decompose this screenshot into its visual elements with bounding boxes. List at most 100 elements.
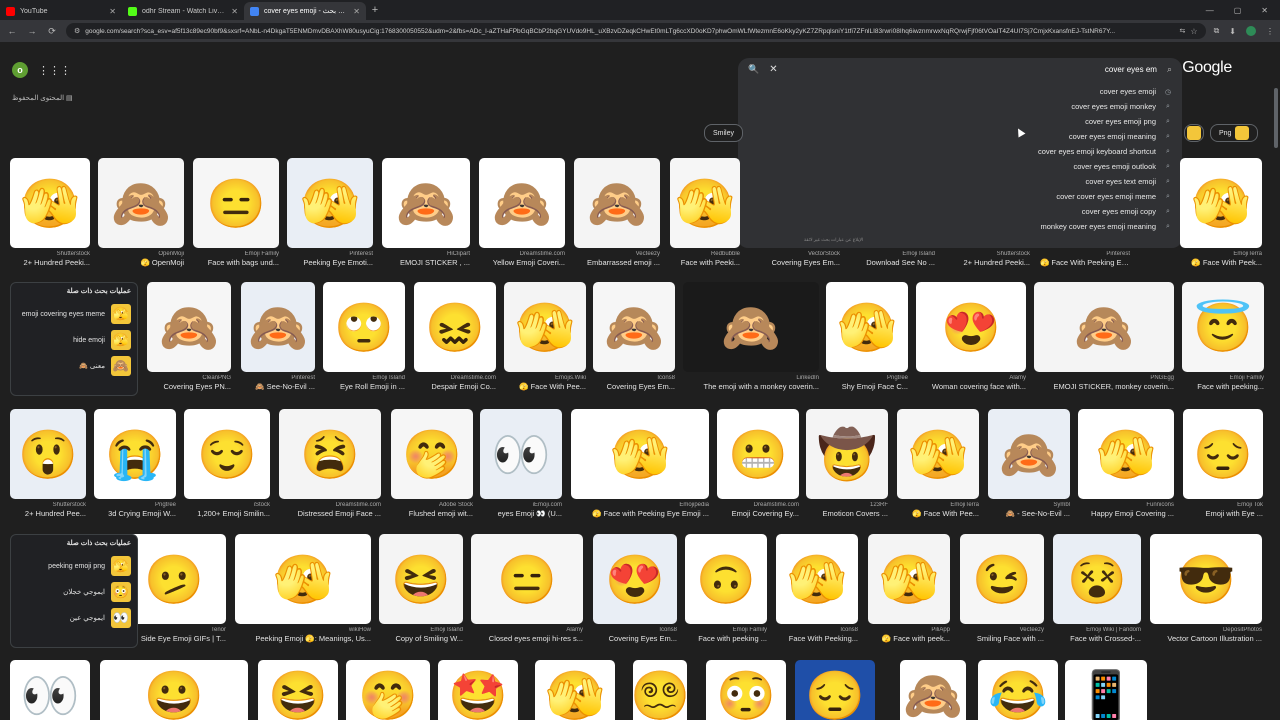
image-result-card[interactable]: 🫣 Shutterstock 2+ Hundred Peeki... xyxy=(10,158,90,267)
image-caption[interactable]: Face With Peeking... xyxy=(776,634,858,643)
image-source[interactable]: Adobe Stock xyxy=(391,502,473,508)
image-result-card[interactable]: 🫣 Emojis.Wiki 🫣 Face With Pee... xyxy=(504,282,586,391)
image-result-card[interactable]: 🙈 Dreamstime.com Yellow Emoji Coveri... xyxy=(479,158,565,267)
image-thumbnail[interactable]: 🫣 xyxy=(776,534,858,624)
image-thumbnail[interactable]: 😌 xyxy=(184,409,270,499)
close-icon[interactable]: ✕ xyxy=(353,7,360,16)
scrollbar[interactable] xyxy=(1274,88,1278,148)
image-thumbnail[interactable]: 😵‍💫 xyxy=(633,660,687,720)
image-source[interactable]: DepositPhotos xyxy=(1150,627,1262,633)
image-result-card[interactable]: 🫣 EmojiTerra 🫣 Face With Pee... xyxy=(897,409,979,518)
image-result-card[interactable]: 🫣 Pngtree Shy Emoji Face C... xyxy=(826,282,908,391)
image-caption[interactable]: 🫣 Face With Pee... xyxy=(897,509,979,518)
image-thumbnail[interactable]: 🙈 xyxy=(900,660,966,720)
image-thumbnail[interactable]: 🫣 xyxy=(504,282,586,372)
image-source[interactable]: CleanPNG xyxy=(147,375,231,381)
image-source[interactable]: EmojiTerra xyxy=(1180,251,1262,257)
image-thumbnail[interactable]: 🫣 xyxy=(535,660,615,720)
image-result-card[interactable]: Emoji Island Download See No ... xyxy=(845,158,935,267)
image-result-card[interactable]: 😉 Vecteezy Smiling Face with ... xyxy=(960,534,1044,643)
image-result-card[interactable]: 🤭 Adobe Stock Flushed emoji wit... xyxy=(391,409,473,518)
image-source[interactable]: Dreamstime.com xyxy=(717,502,799,508)
image-source[interactable]: OpenMoji xyxy=(98,251,184,257)
apps-grid-icon[interactable]: ⋮⋮⋮ xyxy=(38,64,71,77)
related-search-item[interactable]: hide emoji 🫣 xyxy=(17,327,131,353)
image-thumbnail[interactable]: 🙈 xyxy=(241,282,315,372)
image-thumbnail[interactable]: 🫣 xyxy=(1078,409,1174,499)
image-thumbnail[interactable]: 🙈 xyxy=(382,158,470,248)
close-window-icon[interactable]: ✕ xyxy=(1261,6,1268,15)
image-thumbnail[interactable]: 😀 xyxy=(100,660,248,720)
image-thumbnail[interactable]: 👀 xyxy=(480,409,562,499)
image-source[interactable]: Dreamstime.com xyxy=(479,251,565,257)
image-thumbnail[interactable]: 😖 xyxy=(414,282,496,372)
image-caption[interactable]: 🙈 - See-No-Evil ... xyxy=(988,509,1070,518)
image-result-card[interactable]: 😖 Dreamstime.com Despair Emoji Co... xyxy=(414,282,496,391)
image-result-card[interactable]: 😲 Shutterstock 2+ Hundred Pee... xyxy=(10,409,86,518)
image-source[interactable]: Emojipedia xyxy=(571,502,709,508)
image-result-card[interactable]: 🫣 Pinterest Peeking Eye Emoti... xyxy=(287,158,373,267)
image-thumbnail[interactable]: 🫣 xyxy=(897,409,979,499)
image-thumbnail[interactable]: 😇 xyxy=(1182,282,1264,372)
image-result-card[interactable]: 🤠 123RF Emoticon Covers ... xyxy=(806,409,888,518)
saved-content-link[interactable]: المحتوى المحفوظ ▤ xyxy=(12,94,73,102)
image-result-card[interactable]: 🙄 Emoji Island Eye Roll Emoji in ... xyxy=(323,282,405,391)
image-result-card[interactable]: 😫 Dreamstime.com Distressed Emoji Face ... xyxy=(279,409,381,518)
image-thumbnail[interactable]: 😫 xyxy=(279,409,381,499)
image-thumbnail[interactable]: 😔 xyxy=(795,660,875,720)
image-thumbnail[interactable]: 🤠 xyxy=(806,409,888,499)
image-result-card[interactable]: 😍 Alamy Woman covering face with... xyxy=(916,282,1026,391)
image-result-card[interactable]: 🫣 Icons8 Face With Peeking... xyxy=(776,534,858,643)
image-caption[interactable]: Distressed Emoji Face ... xyxy=(279,509,381,518)
image-source[interactable]: PNGEgg xyxy=(1034,375,1174,381)
image-thumbnail[interactable]: 🙃 xyxy=(685,534,767,624)
image-source[interactable]: LinkedIn xyxy=(683,375,819,381)
image-source[interactable]: Emoji Tok xyxy=(1183,502,1263,508)
image-thumbnail[interactable]: 🙈 xyxy=(1034,282,1174,372)
url-text[interactable]: google.com/search?sca_esv=af5f13c89ec90b… xyxy=(85,28,1174,35)
image-result-card[interactable]: VectorStock Covering Eyes Em... xyxy=(750,158,840,267)
image-thumbnail[interactable]: 📱 xyxy=(1065,660,1147,720)
image-caption[interactable]: 🫣 OpenMoji xyxy=(98,258,184,267)
image-caption[interactable]: 🫣 Face with peek... xyxy=(868,634,950,643)
image-caption[interactable]: Vector Cartoon Illustration ... xyxy=(1150,634,1262,643)
image-caption[interactable]: 🫣 Face with Peeking Eye Emoji ... xyxy=(571,509,709,518)
image-thumbnail[interactable]: 🙈 xyxy=(593,282,675,372)
image-source[interactable]: Emoji Island xyxy=(845,251,935,257)
image-caption[interactable]: Face with Peeki... xyxy=(670,258,740,267)
image-source[interactable]: Shutterstock xyxy=(10,502,86,508)
image-caption[interactable]: EMOJI STICKER, monkey coverin... xyxy=(1034,382,1174,391)
image-source[interactable]: Dreamstime.com xyxy=(414,375,496,381)
image-caption[interactable]: 2+ Hundred Pee... xyxy=(10,509,86,518)
image-source[interactable]: 123RF xyxy=(806,502,888,508)
image-result-card[interactable]: 🙈 Vecteezy Embarrassed emoji ... xyxy=(574,158,660,267)
account-avatar[interactable]: o xyxy=(12,62,28,78)
image-caption[interactable]: Woman covering face with... xyxy=(916,382,1026,391)
suggestion-item[interactable]: cover eyes emoji monkey ⌕ xyxy=(738,99,1182,114)
image-result-card[interactable]: 😌 iStock 1,200+ Emoji Smilin... xyxy=(184,409,270,518)
image-caption[interactable]: Shy Emoji Face C... xyxy=(826,382,908,391)
image-thumbnail[interactable]: 😍 xyxy=(916,282,1026,372)
image-thumbnail[interactable]: 😑 xyxy=(471,534,583,624)
image-source[interactable]: Redbubble xyxy=(670,251,740,257)
related-search-item[interactable]: 🙈 معنى 🙈 xyxy=(17,353,131,379)
image-source[interactable]: Pinterest xyxy=(241,375,315,381)
minimize-icon[interactable]: — xyxy=(1206,6,1214,15)
image-result-card[interactable]: 😆 Emoji Island Copy of Smiling W... xyxy=(379,534,463,643)
image-caption[interactable]: Peeking Eye Emoti... xyxy=(287,258,373,267)
image-thumbnail[interactable]: 🙈 xyxy=(479,158,565,248)
image-source[interactable]: Emoji Family xyxy=(1182,375,1264,381)
image-result-card[interactable]: 😔 Emoji Tok Emoji with Eye ... xyxy=(1183,409,1263,518)
image-thumbnail[interactable]: 😬 xyxy=(717,409,799,499)
image-result-card[interactable]: 😭 Pngtree 3d Crying Emoji W... xyxy=(94,409,176,518)
image-source[interactable]: Pinterest xyxy=(1040,251,1130,257)
image-result-card[interactable]: Pinterest🫣 Face With Peeking Eye Emoji .… xyxy=(1040,158,1130,267)
image-caption[interactable]: 🙈 See-No-Evil ... xyxy=(241,382,315,391)
image-source[interactable]: Emoji Island xyxy=(323,375,405,381)
image-source[interactable]: Dreamstime.com xyxy=(279,502,381,508)
image-source[interactable]: Icons8 xyxy=(593,627,677,633)
maximize-icon[interactable]: ▢ xyxy=(1234,6,1242,15)
image-caption[interactable]: Face with bags und... xyxy=(193,258,279,267)
image-result-card[interactable]: 😎 DepositPhotos Vector Cartoon Illustratio… xyxy=(1150,534,1262,643)
image-caption[interactable]: Emoji with Eye ... xyxy=(1183,509,1263,518)
